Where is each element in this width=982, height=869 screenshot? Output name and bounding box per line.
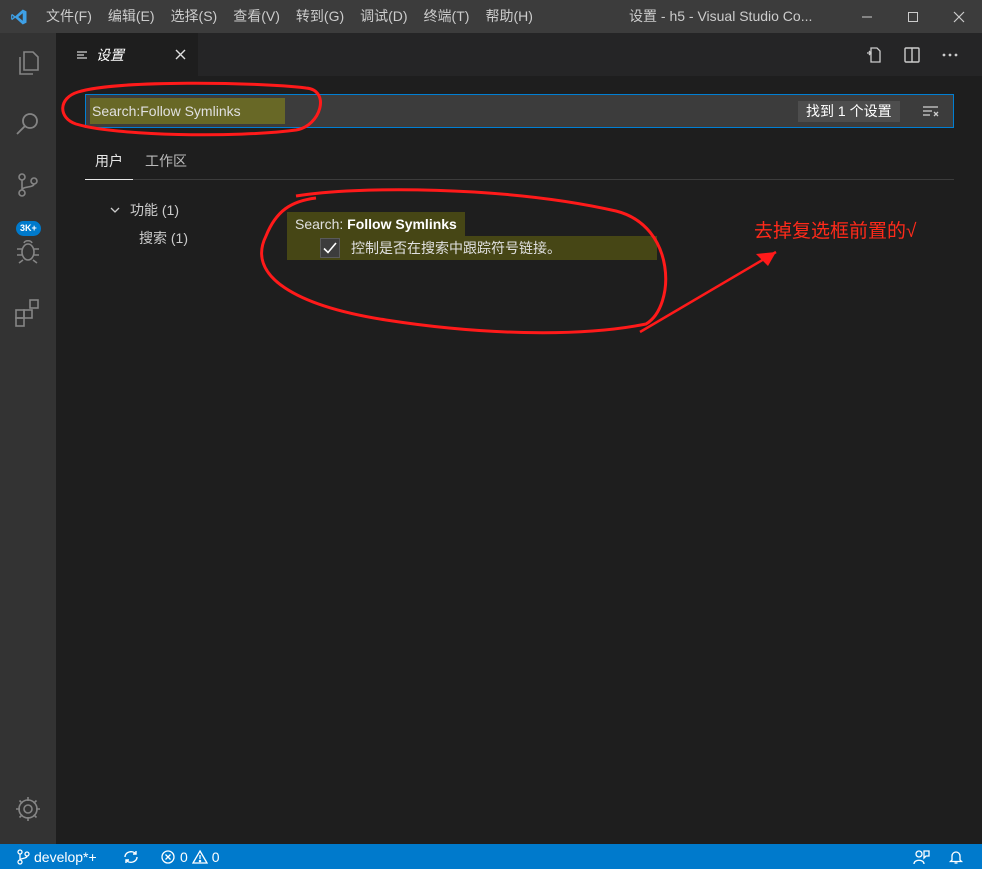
settings-list-icon	[76, 49, 90, 61]
menu-go[interactable]: 转到(G)	[288, 0, 352, 33]
window-title: 设置 - h5 - Visual Studio Co...	[629, 8, 813, 24]
activity-bar: 3K+	[0, 33, 56, 844]
menu-help[interactable]: 帮助(H)	[477, 0, 540, 33]
toc-item-label: 搜索	[139, 230, 167, 246]
notifications-bell-icon[interactable]	[948, 844, 964, 869]
tab-close-button[interactable]	[172, 45, 188, 63]
maximize-button[interactable]	[890, 0, 936, 33]
menu-edit[interactable]: 编辑(E)	[100, 0, 163, 33]
toc-group-label: 功能	[130, 202, 158, 218]
error-icon	[161, 849, 175, 864]
vscode-logo-icon	[0, 0, 38, 33]
menu-debug[interactable]: 调试(D)	[352, 0, 415, 33]
status-bar: develop*+ 0 0	[0, 844, 982, 869]
split-editor-icon[interactable]	[900, 43, 924, 67]
setting-key: Follow Symlinks	[347, 216, 457, 232]
title-bar: 文件(F) 编辑(E) 选择(S) 查看(V) 转到(G) 调试(D) 终端(T…	[0, 0, 982, 33]
setting-description: 控制是否在搜索中跟踪符号链接。	[351, 240, 561, 256]
menu-view[interactable]: 查看(V)	[225, 0, 288, 33]
editor-actions	[862, 33, 962, 76]
tab-label: 设置	[96, 46, 124, 63]
settings-search-input[interactable]: Search:Follow Symlinks	[90, 98, 285, 124]
problems-status[interactable]: 0 0	[160, 844, 220, 869]
maximize-icon	[908, 11, 918, 22]
tab-bar: 设置	[56, 33, 982, 76]
clear-filter-icon[interactable]	[920, 101, 942, 123]
annotation-overlay	[61, 81, 777, 335]
explorer-icon[interactable]	[0, 39, 56, 87]
toc-item-search[interactable]: 搜索 (1)	[139, 228, 188, 248]
checkmark-icon	[323, 242, 337, 254]
extensions-icon[interactable]	[0, 288, 56, 336]
follow-symlinks-checkbox[interactable]	[320, 238, 340, 258]
settings-editor: Search:Follow Symlinks 找到 1 个设置 用户 工作区 功…	[56, 76, 982, 844]
result-count-badge: 找到 1 个设置	[798, 101, 900, 122]
toc-group-count: (1)	[161, 202, 180, 218]
branch-icon	[17, 848, 30, 865]
sync-icon	[124, 850, 138, 863]
menu-terminal[interactable]: 终端(T)	[416, 0, 478, 33]
menu-file[interactable]: 文件(F)	[38, 0, 100, 33]
close-icon	[953, 11, 965, 22]
window-controls	[844, 0, 982, 33]
setting-title: Search: Follow Symlinks	[287, 212, 465, 236]
settings-scope-tabs: 用户 工作区	[85, 146, 954, 180]
debug-icon[interactable]	[0, 226, 56, 274]
minimize-button[interactable]	[844, 0, 890, 33]
close-window-button[interactable]	[936, 0, 982, 33]
source-control-icon[interactable]	[0, 161, 56, 209]
branch-status[interactable]: develop*+	[16, 844, 97, 869]
chevron-down-icon	[110, 207, 120, 213]
sync-button[interactable]	[122, 844, 140, 869]
gear-icon[interactable]	[0, 785, 56, 833]
setting-category: Search:	[295, 216, 348, 232]
tab-workspace-settings[interactable]: 工作区	[135, 150, 197, 180]
warning-icon	[191, 849, 208, 864]
branch-name: develop*+	[34, 848, 97, 865]
error-count: 0	[180, 848, 188, 865]
more-actions-icon[interactable]	[938, 43, 962, 67]
open-settings-json-icon[interactable]	[862, 43, 886, 67]
close-icon	[175, 49, 185, 59]
toc-item-count: (1)	[170, 230, 189, 246]
search-icon[interactable]	[0, 100, 56, 148]
annotation-text: 去掉复选框前置的√	[754, 221, 917, 242]
warning-count: 0	[211, 848, 220, 865]
menu-bar: 文件(F) 编辑(E) 选择(S) 查看(V) 转到(G) 调试(D) 终端(T…	[38, 0, 541, 33]
settings-search-box[interactable]: Search:Follow Symlinks 找到 1 个设置	[85, 94, 954, 128]
minimize-icon	[862, 16, 872, 17]
menu-selection[interactable]: 选择(S)	[163, 0, 226, 33]
tab-settings[interactable]: 设置	[56, 33, 198, 76]
tab-user-settings[interactable]: 用户	[85, 150, 133, 180]
toc-group-features[interactable]: 功能 (1)	[108, 200, 179, 220]
feedback-icon[interactable]	[912, 844, 930, 869]
